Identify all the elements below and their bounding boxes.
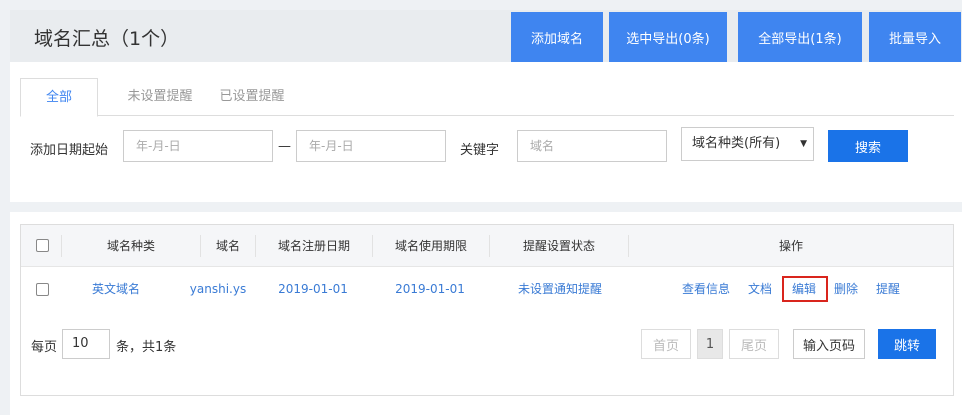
results-panel: 域名种类 域名 域名注册日期 域名使用期限 提醒设置状态 操作 英文域名 yan… — [10, 212, 962, 415]
edit-highlight-box — [782, 276, 828, 302]
export-selected-button[interactable]: 选中导出(0条) — [609, 12, 727, 62]
per-page-label: 每页 — [31, 340, 58, 355]
column-header-domain: 域名 — [215, 239, 240, 253]
remind-link[interactable]: 提醒 — [876, 267, 900, 311]
row-checkbox[interactable] — [36, 283, 49, 296]
table-header: 域名种类 域名 域名注册日期 域名使用期限 提醒设置状态 操作 — [21, 225, 953, 267]
keyword-input[interactable]: 域名 — [517, 130, 667, 162]
total-count-text: 条，共1条 — [116, 340, 177, 355]
domain-type-select-value: 域名种类(所有) — [692, 136, 781, 151]
date-separator: — — [278, 139, 291, 154]
domain-type-select[interactable]: 域名种类(所有) ▼ — [681, 127, 814, 161]
filter-panel: 全部 未设置提醒 已设置提醒 添加日期起始 年-月-日 — 年-月-日 关键字 … — [10, 62, 962, 202]
caret-down-icon: ▼ — [800, 139, 807, 149]
tab-not-set[interactable]: 未设置提醒 — [118, 78, 202, 116]
delete-link[interactable]: 删除 — [834, 267, 858, 311]
current-page-button[interactable]: 1 — [697, 329, 723, 359]
per-page-input[interactable]: 10 — [62, 329, 110, 359]
domain-table: 域名种类 域名 域名注册日期 域名使用期限 提醒设置状态 操作 英文域名 yan… — [20, 224, 954, 396]
cell-expires: 2019-01-01 — [395, 282, 465, 296]
export-all-button[interactable]: 全部导出(1条) — [738, 12, 862, 62]
view-info-link[interactable]: 查看信息 — [682, 267, 730, 311]
tab-all[interactable]: 全部 — [20, 78, 98, 117]
date-end-input[interactable]: 年-月-日 — [296, 130, 446, 162]
add-domain-button[interactable]: 添加域名 — [511, 12, 603, 62]
page-number-input[interactable]: 输入页码 — [793, 329, 865, 359]
column-header-expires: 域名使用期限 — [394, 239, 467, 253]
column-header-reminder: 提醒设置状态 — [522, 239, 595, 253]
cell-registered: 2019-01-01 — [278, 282, 348, 296]
docs-link[interactable]: 文档 — [748, 267, 772, 311]
cell-type: 英文域名 — [91, 282, 140, 296]
date-start-input[interactable]: 年-月-日 — [123, 130, 273, 162]
jump-button[interactable]: 跳转 — [878, 329, 936, 359]
column-header-registered: 域名注册日期 — [277, 239, 350, 253]
column-header-type: 域名种类 — [106, 239, 155, 253]
tab-set[interactable]: 已设置提醒 — [210, 78, 294, 116]
page-header: 域名汇总（1个） 添加域名 选中导出(0条) 全部导出(1条) 批量导入 — [10, 10, 962, 62]
cell-reminder-status[interactable]: 未设置通知提醒 — [505, 267, 615, 311]
column-header-actions: 操作 — [778, 239, 803, 253]
keyword-label: 关键字 — [460, 143, 500, 158]
date-range-label: 添加日期起始 — [30, 143, 109, 158]
page-title: 域名汇总（1个） — [34, 28, 180, 50]
first-page-button[interactable]: 首页 — [641, 329, 691, 359]
last-page-button[interactable]: 尾页 — [729, 329, 779, 359]
search-button[interactable]: 搜索 — [828, 130, 908, 162]
select-all-checkbox[interactable] — [36, 239, 49, 252]
cell-domain[interactable]: yanshi.ys — [173, 267, 263, 311]
bulk-import-button[interactable]: 批量导入 — [869, 12, 961, 62]
filter-tabs: 全部 未设置提醒 已设置提醒 — [20, 78, 954, 117]
